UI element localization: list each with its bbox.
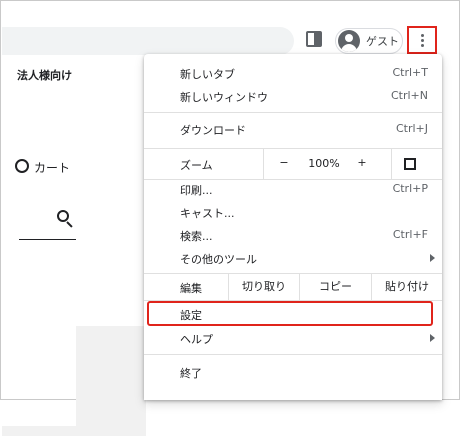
menu-item-find[interactable]: 検索... Ctrl+F xyxy=(144,224,442,246)
guest-avatar-icon xyxy=(338,30,360,52)
menu-edit-row: 編集 切り取り コピー 貼り付け xyxy=(144,274,442,300)
menu-item-exit[interactable]: 終了 xyxy=(144,361,442,383)
edit-label: 編集 xyxy=(180,282,202,295)
fullscreen-icon[interactable] xyxy=(404,158,416,170)
menu-item-label: 新しいタブ xyxy=(180,68,235,81)
search-underline xyxy=(19,239,76,240)
submenu-arrow-icon xyxy=(430,334,435,342)
menu-item-label: ダウンロード xyxy=(180,124,246,137)
menu-item-label: キャスト... xyxy=(180,207,235,220)
menu-item-shortcut: Ctrl+N xyxy=(390,89,428,102)
menu-item-label: 検索... xyxy=(180,230,213,243)
menu-item-shortcut: Ctrl+P xyxy=(392,182,428,195)
submenu-arrow-icon xyxy=(430,254,435,262)
menu-zoom-row: ズーム − 100% + xyxy=(144,149,442,179)
menu-item-shortcut: Ctrl+J xyxy=(395,122,428,135)
menu-item-more-tools[interactable]: その他のツール xyxy=(144,247,442,269)
zoom-controls: − 100% + xyxy=(263,149,392,179)
page-panel xyxy=(76,326,146,436)
menu-item-shortcut: Ctrl+F xyxy=(392,228,428,241)
menu-item-cast[interactable]: キャスト... xyxy=(144,201,442,223)
paste-button[interactable]: 貼り付け xyxy=(371,274,442,300)
zoom-level: 100% xyxy=(308,157,340,170)
zoom-out-button[interactable]: − xyxy=(274,156,294,169)
menu-item-label: 印刷... xyxy=(180,184,213,197)
menu-separator xyxy=(144,354,442,355)
profile-label: ゲスト xyxy=(366,35,399,48)
menu-item-new-window[interactable]: 新しいウィンドウ Ctrl+N xyxy=(144,85,442,107)
browser-toolbar: ゲスト xyxy=(1,1,459,55)
zoom-label: ズーム xyxy=(180,159,213,172)
copy-button[interactable]: コピー xyxy=(299,274,371,300)
chrome-menu: 新しいタブ Ctrl+T 新しいウィンドウ Ctrl+N ダウンロード Ctrl… xyxy=(144,54,442,400)
chrome-menu-button[interactable] xyxy=(407,26,437,54)
menu-item-new-tab[interactable]: 新しいタブ Ctrl+T xyxy=(144,62,442,84)
menu-item-label: その他のツール xyxy=(180,253,257,266)
cut-button[interactable]: 切り取り xyxy=(228,274,299,300)
page-panel-bottom xyxy=(2,426,76,436)
menu-item-help[interactable]: ヘルプ xyxy=(144,327,442,349)
zoom-in-button[interactable]: + xyxy=(352,156,372,169)
cart-link[interactable]: カート xyxy=(34,159,70,176)
search-icon[interactable] xyxy=(57,210,75,228)
address-bar[interactable] xyxy=(2,27,294,55)
menu-item-label: 新しいウィンドウ xyxy=(180,91,268,104)
side-panel-icon[interactable] xyxy=(306,31,322,47)
corporate-link[interactable]: 法人様向け xyxy=(17,67,72,83)
menu-item-downloads[interactable]: ダウンロード Ctrl+J xyxy=(144,118,442,140)
menu-item-label: 終了 xyxy=(180,367,202,380)
menu-separator xyxy=(144,112,442,113)
profile-button[interactable]: ゲスト xyxy=(335,28,403,54)
settings-highlight-box xyxy=(147,301,433,326)
menu-item-shortcut: Ctrl+T xyxy=(392,66,428,79)
menu-item-label: ヘルプ xyxy=(180,333,213,346)
menu-item-print[interactable]: 印刷... Ctrl+P xyxy=(144,178,442,200)
gear-icon xyxy=(15,159,29,173)
menu-dots-icon xyxy=(421,34,424,37)
